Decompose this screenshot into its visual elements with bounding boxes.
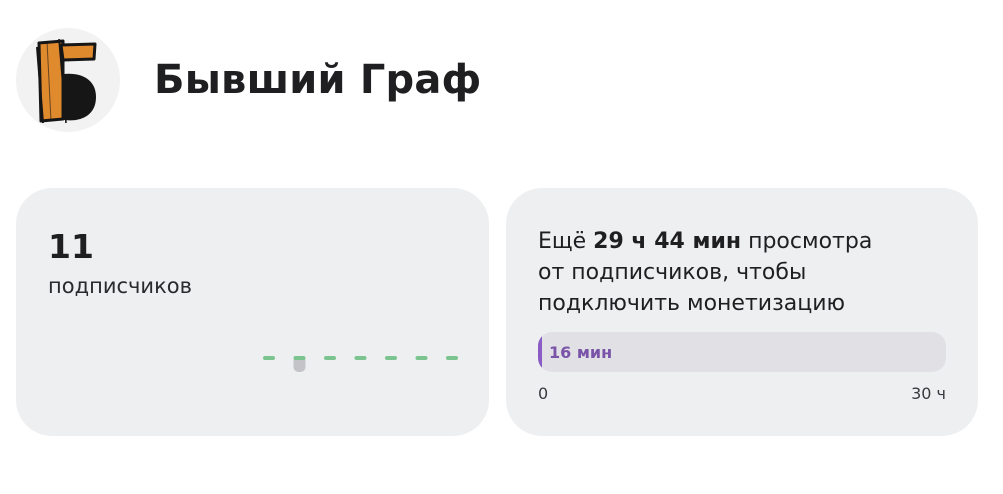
monetization-text: Ещё 29 ч 44 мин просмотра от подписчиков… bbox=[538, 226, 958, 319]
monetization-text-suffix: просмотра bbox=[741, 229, 873, 254]
monetization-progress-label: 16 мин bbox=[549, 343, 613, 362]
progress-max-label: 30 ч bbox=[911, 384, 946, 403]
monetization-progress-fill bbox=[538, 332, 542, 372]
channel-header: Бывший Граф bbox=[16, 28, 481, 132]
monetization-text-line3: подключить монетизацию bbox=[538, 291, 846, 316]
subscribers-count: 11 bbox=[48, 227, 94, 266]
sparkline-point bbox=[415, 356, 428, 360]
monetization-progress-bar: 16 мин bbox=[538, 332, 946, 372]
monetization-text-line2: от подписчиков, чтобы bbox=[538, 260, 807, 285]
monetization-card[interactable]: Ещё 29 ч 44 мин просмотра от подписчиков… bbox=[506, 188, 978, 436]
sparkline-point bbox=[446, 356, 458, 360]
progress-min-label: 0 bbox=[538, 384, 549, 403]
monetization-remaining: 29 ч 44 мин bbox=[593, 229, 742, 254]
subscribers-label: подписчиков bbox=[48, 274, 192, 298]
channel-logo-b-icon bbox=[36, 38, 97, 124]
sparkline-point bbox=[263, 356, 275, 360]
subscribers-card[interactable]: 11 подписчиков bbox=[16, 188, 489, 436]
sparkline-point bbox=[385, 356, 397, 360]
channel-name[interactable]: Бывший Граф bbox=[154, 57, 481, 103]
sparkline-point bbox=[354, 356, 367, 360]
channel-avatar[interactable] bbox=[16, 28, 120, 132]
sparkline-point bbox=[293, 356, 306, 360]
sparkline-point bbox=[324, 356, 336, 360]
subscribers-sparkline bbox=[263, 356, 458, 372]
monetization-text-prefix: Ещё bbox=[538, 229, 594, 254]
